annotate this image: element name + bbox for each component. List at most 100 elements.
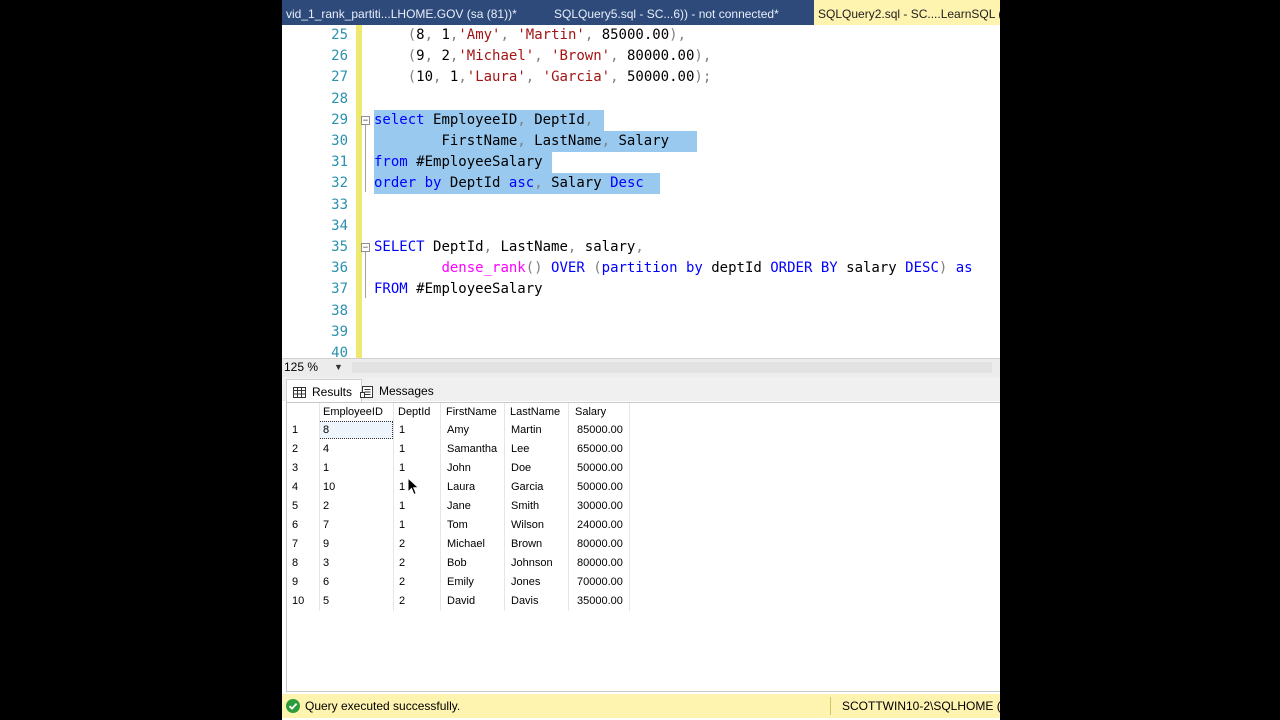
table-cell[interactable]: 80000.00 (577, 554, 623, 573)
row-number[interactable]: 7 (292, 535, 298, 554)
table-cell[interactable]: 2 (399, 592, 405, 611)
table-cell[interactable]: 2 (399, 535, 405, 554)
table-cell[interactable]: 1 (399, 516, 405, 535)
table-cell[interactable]: 1 (399, 421, 405, 440)
table-cell[interactable]: Johnson (511, 554, 553, 573)
row-number[interactable]: 2 (292, 440, 298, 459)
code-line[interactable]: 28 (282, 89, 1000, 110)
table-cell[interactable]: 8 (323, 421, 329, 440)
row-number[interactable]: 5 (292, 497, 298, 516)
table-cell[interactable]: 2 (323, 497, 329, 516)
table-cell[interactable]: 3 (323, 554, 329, 573)
table-cell[interactable]: Brown (511, 535, 542, 554)
chevron-down-icon[interactable]: ▼ (334, 359, 343, 375)
row-number[interactable]: 3 (292, 459, 298, 478)
table-cell[interactable]: 4 (323, 440, 329, 459)
code-line[interactable]: 34 (282, 216, 1000, 237)
code-text[interactable]: dense_rank() OVER (partition by deptId O… (374, 258, 972, 279)
table-cell[interactable]: 80000.00 (577, 535, 623, 554)
table-cell[interactable]: Martin (511, 421, 542, 440)
tab-sqlquery5[interactable]: SQLQuery5.sql - SC...6)) - not connected… (550, 0, 790, 25)
table-cell[interactable]: 50000.00 (577, 459, 623, 478)
code-text[interactable]: from #EmployeeSalary (374, 152, 543, 173)
table-cell[interactable]: 50000.00 (577, 478, 623, 497)
code-text[interactable]: FirstName, LastName, Salary (374, 131, 669, 152)
table-cell[interactable]: 1 (399, 497, 405, 516)
table-cell[interactable]: 10 (323, 478, 335, 497)
collapse-icon[interactable]: − (361, 243, 370, 253)
table-cell[interactable]: 2 (399, 554, 405, 573)
row-number[interactable]: 10 (292, 592, 304, 611)
code-line[interactable]: 36 dense_rank() OVER (partition by deptI… (282, 258, 1000, 279)
table-cell[interactable]: Jones (511, 573, 540, 592)
tab-sqlquery2[interactable]: SQLQuery2.sql - SC....LearnSQL (sa (814, 0, 1000, 25)
code-line[interactable]: 25 (8, 1,'Amy', 'Martin', 85000.00), (282, 25, 1000, 46)
tab-messages[interactable]: Messages (360, 379, 440, 401)
code-line[interactable]: 31 from #EmployeeSalary (282, 152, 1000, 174)
table-cell[interactable]: 1 (323, 459, 329, 478)
table-cell[interactable]: 7 (323, 516, 329, 535)
code-line[interactable]: 38 (282, 301, 1000, 322)
table-cell[interactable]: Davis (511, 592, 539, 611)
code-line[interactable]: 35 SELECT DeptId, LastName, salary, − (282, 237, 1000, 258)
table-cell[interactable]: Bob (447, 554, 467, 573)
table-cell[interactable]: Emily (447, 573, 474, 592)
table-cell[interactable]: Lee (511, 440, 529, 459)
table-cell[interactable]: 5 (323, 592, 329, 611)
table-cell[interactable]: Smith (511, 497, 539, 516)
table-cell[interactable]: Wilson (511, 516, 544, 535)
table-cell[interactable]: John (447, 459, 471, 478)
column-header[interactable]: DeptId (398, 403, 430, 422)
column-header[interactable]: EmployeeID (323, 403, 383, 422)
results-grid[interactable]: EmployeeID DeptId FirstName LastName Salary 1… (286, 402, 1000, 692)
row-number[interactable]: 1 (292, 421, 298, 440)
table-cell[interactable]: Laura (447, 478, 475, 497)
table-cell[interactable]: 35000.00 (577, 592, 623, 611)
row-number[interactable]: 8 (292, 554, 298, 573)
code-line[interactable]: 40 (282, 343, 1000, 358)
code-text[interactable]: SELECT DeptId, LastName, salary, (374, 237, 644, 258)
row-number[interactable]: 4 (292, 478, 298, 497)
table-cell[interactable]: Doe (511, 459, 531, 478)
table-cell[interactable]: Tom (447, 516, 468, 535)
table-cell[interactable]: 30000.00 (577, 497, 623, 516)
code-line[interactable]: 29 select EmployeeID, DeptId, − (282, 109, 1000, 131)
tab-vid-1-rank[interactable]: vid_1_rank_partiti...LHOME.GOV (sa (81))… (282, 0, 544, 25)
collapse-icon[interactable]: − (361, 115, 370, 125)
row-number[interactable]: 9 (292, 573, 298, 592)
table-cell[interactable]: Samantha (447, 440, 497, 459)
code-line[interactable]: 32 order by DeptId asc, Salary Desc (282, 173, 1000, 195)
code-text[interactable]: select EmployeeID, DeptId, (374, 110, 593, 131)
table-cell[interactable]: 85000.00 (577, 421, 623, 440)
table-cell[interactable]: 2 (399, 573, 405, 592)
column-header[interactable]: LastName (510, 403, 560, 422)
code-line[interactable]: 30 FirstName, LastName, Salary (282, 131, 1000, 152)
row-number[interactable]: 6 (292, 516, 298, 535)
table-cell[interactable]: 9 (323, 535, 329, 554)
code-line[interactable]: 39 (282, 322, 1000, 343)
table-cell[interactable]: Garcia (511, 478, 543, 497)
table-cell[interactable]: Jane (447, 497, 471, 516)
query-editor[interactable]: 25 (8, 1,'Amy', 'Martin', 85000.00), 26 (… (282, 25, 1000, 358)
horizontal-scrollbar[interactable] (352, 362, 992, 373)
table-cell[interactable]: Michael (447, 535, 485, 554)
code-text[interactable]: FROM #EmployeeSalary (374, 279, 543, 300)
code-text[interactable]: (8, 1,'Amy', 'Martin', 85000.00), (374, 25, 686, 46)
table-cell[interactable]: 65000.00 (577, 440, 623, 459)
code-text[interactable]: order by DeptId asc, Salary Desc (374, 173, 644, 194)
table-cell[interactable]: 1 (399, 478, 405, 497)
code-line[interactable]: 27 (10, 1,'Laura', 'Garcia', 50000.00); (282, 67, 1000, 88)
code-line[interactable]: 37 FROM #EmployeeSalary (282, 279, 1000, 300)
column-header[interactable]: FirstName (446, 403, 497, 422)
table-cell[interactable]: Amy (447, 421, 469, 440)
tab-results[interactable]: Results (286, 379, 362, 402)
table-cell[interactable]: 1 (399, 440, 405, 459)
code-text[interactable]: (9, 2,'Michael', 'Brown', 80000.00), (374, 46, 712, 67)
table-cell[interactable]: 6 (323, 573, 329, 592)
table-cell[interactable]: 1 (399, 459, 405, 478)
code-line[interactable]: 33 (282, 195, 1000, 216)
table-cell[interactable]: 70000.00 (577, 573, 623, 592)
code-line[interactable]: 26 (9, 2,'Michael', 'Brown', 80000.00), (282, 46, 1000, 67)
table-cell[interactable]: David (447, 592, 475, 611)
column-header[interactable]: Salary (575, 403, 606, 422)
